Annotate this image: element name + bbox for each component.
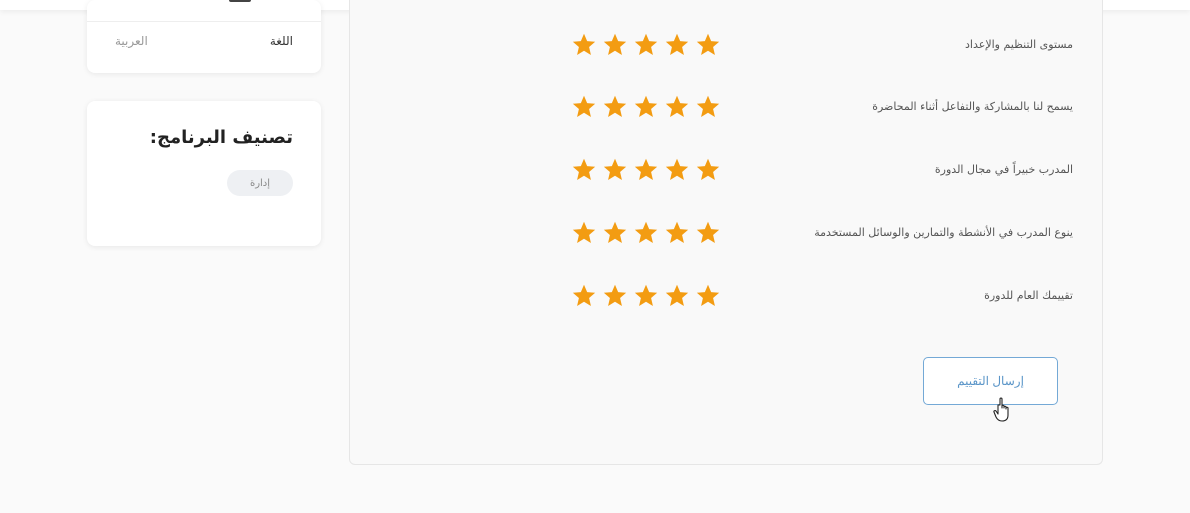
star-icon[interactable] bbox=[602, 94, 628, 120]
star-icon[interactable] bbox=[602, 283, 628, 309]
rating-panel: مستوى التنظيم والإعداد يسمح لنا بالمشارك… bbox=[349, 0, 1103, 465]
question-label: تقييمك العام للدورة bbox=[984, 289, 1073, 302]
star-icon[interactable] bbox=[633, 220, 659, 246]
star-icon[interactable] bbox=[664, 220, 690, 246]
star-icon[interactable] bbox=[633, 32, 659, 58]
star-icon[interactable] bbox=[664, 94, 690, 120]
program-category-card: تصنيف البرنامج: إدارة bbox=[87, 101, 321, 246]
star-icon[interactable] bbox=[571, 157, 597, 183]
star-icon[interactable] bbox=[602, 32, 628, 58]
star-icon[interactable] bbox=[695, 283, 721, 309]
star-icon[interactable] bbox=[571, 94, 597, 120]
star-rating[interactable] bbox=[571, 157, 721, 183]
rating-row: المدرب خبيراً في مجال الدورة bbox=[350, 157, 1102, 187]
star-icon[interactable] bbox=[602, 220, 628, 246]
star-icon[interactable] bbox=[664, 157, 690, 183]
star-rating[interactable] bbox=[571, 32, 721, 58]
star-rating[interactable] bbox=[571, 220, 721, 246]
rating-row: تقييمك العام للدورة bbox=[350, 283, 1102, 313]
star-icon[interactable] bbox=[695, 94, 721, 120]
rating-row: يسمح لنا بالمشاركة والتفاعل أثناء المحاض… bbox=[350, 94, 1102, 124]
star-icon[interactable] bbox=[633, 283, 659, 309]
language-label: اللغة bbox=[269, 34, 293, 48]
star-icon[interactable] bbox=[695, 220, 721, 246]
star-icon[interactable] bbox=[633, 157, 659, 183]
language-value: العربية bbox=[115, 34, 148, 48]
star-icon[interactable] bbox=[695, 32, 721, 58]
star-icon[interactable] bbox=[571, 220, 597, 246]
rating-row: مستوى التنظيم والإعداد bbox=[350, 32, 1102, 62]
submit-rating-button[interactable]: إرسال التقييم bbox=[923, 357, 1058, 405]
question-label: يسمح لنا بالمشاركة والتفاعل أثناء المحاض… bbox=[872, 100, 1073, 113]
star-icon[interactable] bbox=[602, 157, 628, 183]
star-icon[interactable] bbox=[633, 94, 659, 120]
star-icon[interactable] bbox=[664, 283, 690, 309]
category-title: تصنيف البرنامج: bbox=[149, 127, 293, 148]
star-rating[interactable] bbox=[571, 283, 721, 309]
question-label: مستوى التنظيم والإعداد bbox=[965, 38, 1073, 51]
category-tag[interactable]: إدارة bbox=[227, 170, 293, 196]
star-icon[interactable] bbox=[695, 157, 721, 183]
star-rating[interactable] bbox=[571, 94, 721, 120]
hand-pointer-icon bbox=[993, 397, 1009, 422]
rating-row: ينوع المدرب في الأنشطة والتمارين والوسائ… bbox=[350, 220, 1102, 250]
card-header-fragment bbox=[229, 0, 251, 2]
divider bbox=[87, 21, 321, 22]
star-icon[interactable] bbox=[571, 32, 597, 58]
question-label: ينوع المدرب في الأنشطة والتمارين والوسائ… bbox=[814, 226, 1073, 239]
star-icon[interactable] bbox=[571, 283, 597, 309]
star-icon[interactable] bbox=[664, 32, 690, 58]
question-label: المدرب خبيراً في مجال الدورة bbox=[934, 163, 1073, 176]
language-card: اللغة العربية bbox=[87, 0, 321, 73]
